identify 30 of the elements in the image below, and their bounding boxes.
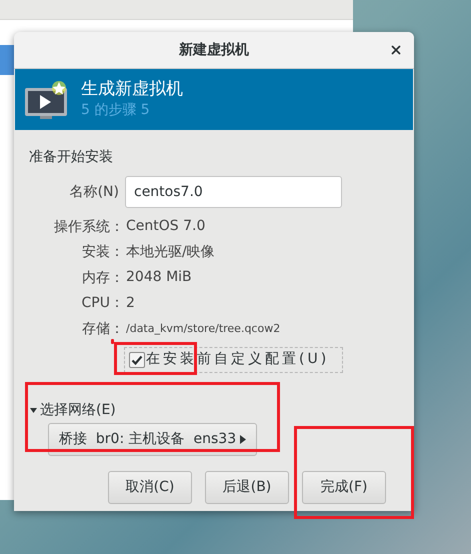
detail-value: /data_kvm/store/tree.qcow2	[126, 320, 280, 337]
dialog-button[interactable]: 取消(C)	[108, 470, 192, 504]
dialog-button[interactable]: 后退(B)	[205, 470, 289, 504]
expander-arrow-icon	[29, 406, 38, 414]
network-dropdown[interactable]: 桥接 br0: 主机设备 ens33	[48, 422, 257, 456]
check-icon	[131, 354, 143, 366]
detail-value: 2	[126, 294, 135, 313]
close-icon	[389, 43, 403, 57]
customize-checkbox[interactable]: 在安装前自定义配置(U)	[124, 346, 343, 372]
monitor-star-icon	[23, 80, 69, 120]
selected-row	[0, 45, 14, 75]
detail-label: CPU：	[82, 295, 124, 312]
network-expander[interactable]: 选择网络(E)	[29, 400, 116, 420]
banner-title: 生成新虚拟机	[81, 79, 183, 100]
detail-label: 操作系统：	[54, 218, 124, 235]
window-title: 新建虚拟机	[179, 40, 249, 60]
detail-label: 安装：	[82, 244, 124, 260]
checkbox-label: 在安装前自定义配置(U)	[146, 350, 330, 369]
name-field[interactable]: centos7.0	[125, 176, 342, 208]
detail-value: 2048 MiB	[126, 268, 192, 288]
checkbox[interactable]	[129, 352, 145, 368]
caret-icon	[240, 434, 246, 444]
field-label: 名称(N)	[68, 182, 119, 202]
detail-value: CentOS 7.0	[126, 217, 206, 236]
section-title: 准备开始安装	[29, 148, 114, 167]
banner-subtitle: 5 的步骤 5	[81, 102, 151, 120]
dialog-button[interactable]: 完成(F)	[302, 470, 386, 504]
detail-value: 本地光驱/映像	[126, 242, 215, 262]
detail-label: 内存：	[82, 270, 124, 286]
detail-label: 存储：	[82, 320, 124, 337]
